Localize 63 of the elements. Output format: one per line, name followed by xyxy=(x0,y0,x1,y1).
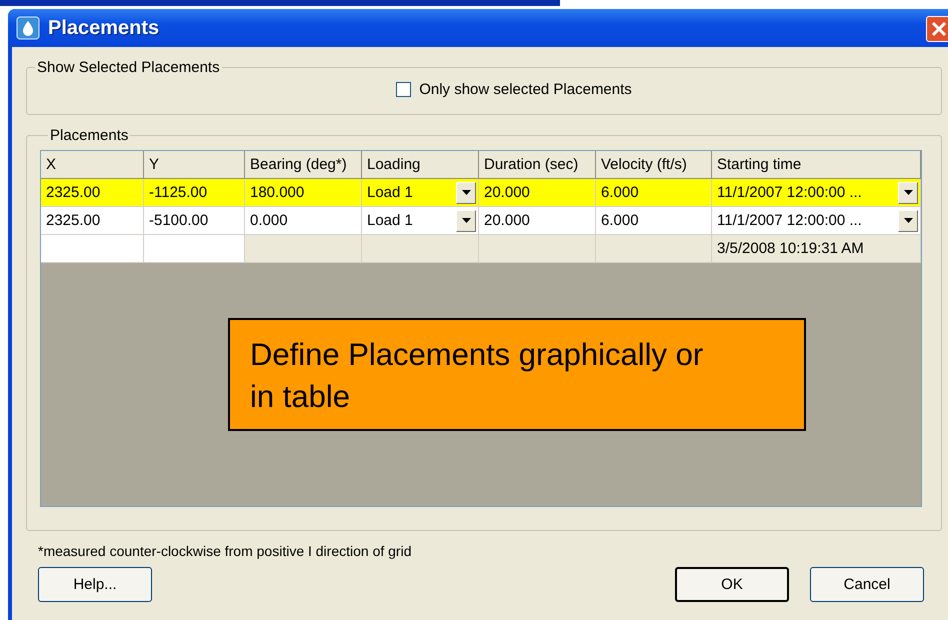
column-header[interactable]: Bearing (deg*) xyxy=(245,151,362,179)
table-cell[interactable]: 6.000 xyxy=(596,207,712,235)
table-cell[interactable]: 20.000 xyxy=(479,207,596,235)
column-header[interactable]: Y xyxy=(144,151,245,179)
table-cell[interactable]: 0.000 xyxy=(245,207,362,235)
cell-text: -5100.00 xyxy=(149,212,210,229)
dropdown-button[interactable] xyxy=(898,182,918,204)
table-cell[interactable]: 6.000 xyxy=(596,179,712,207)
column-header[interactable]: Duration (sec) xyxy=(479,151,596,179)
cell-text: 11/1/2007 12:00:00 ... xyxy=(717,184,863,201)
cell-text: 180.000 xyxy=(250,184,306,201)
table-cell[interactable] xyxy=(245,235,362,263)
table-cell[interactable]: 2325.00 xyxy=(41,207,144,235)
group-title: Placements xyxy=(49,127,130,144)
dropdown-button[interactable] xyxy=(456,210,476,232)
window-title: Placements xyxy=(48,16,160,40)
table-cell[interactable] xyxy=(144,235,245,263)
dropdown-button[interactable] xyxy=(456,182,476,204)
callout-note: Define Placements graphically or in table xyxy=(228,318,806,431)
table-cell[interactable]: 3/5/2008 10:19:31 AM xyxy=(712,235,921,263)
cell-text: Load 1 xyxy=(367,212,414,229)
column-header[interactable]: Velocity (ft/s) xyxy=(596,151,712,179)
cell-text: 3/5/2008 10:19:31 AM xyxy=(717,240,865,257)
table-cell[interactable] xyxy=(596,235,712,263)
table-cell[interactable]: Load 1 xyxy=(362,207,479,235)
table-cell[interactable]: 11/1/2007 12:00:00 ... xyxy=(712,207,921,235)
cell-text: 11/1/2007 12:00:00 ... xyxy=(717,212,863,229)
dialog-button[interactable]: OK xyxy=(675,567,789,602)
caret-icon xyxy=(904,190,912,195)
cell-text: Load 1 xyxy=(367,184,414,201)
table-cell[interactable]: 2325.00 xyxy=(41,179,144,207)
table-cell[interactable] xyxy=(362,235,479,263)
cell-text: 20.000 xyxy=(484,184,531,201)
dialog-button[interactable]: Cancel xyxy=(810,567,924,602)
cell-text: 2325.00 xyxy=(46,212,102,229)
table-cell[interactable] xyxy=(479,235,596,263)
table-cell[interactable] xyxy=(41,235,144,263)
column-header[interactable]: X xyxy=(41,151,144,179)
footnote: *measured counter-clockwise from positive I direction of grid xyxy=(38,543,412,559)
dropdown-button[interactable] xyxy=(898,210,918,232)
cell-text: 20.000 xyxy=(484,212,531,229)
table-cell[interactable]: -1125.00 xyxy=(144,179,245,207)
column-header[interactable]: Starting time xyxy=(712,151,921,179)
caret-icon xyxy=(904,218,912,223)
checkbox[interactable] xyxy=(396,82,412,96)
table-cell[interactable]: Load 1 xyxy=(362,179,479,207)
table-cell[interactable]: 180.000 xyxy=(245,179,362,207)
column-header[interactable]: Loading xyxy=(362,151,479,179)
table-cell[interactable]: -5100.00 xyxy=(144,207,245,235)
caret-icon xyxy=(462,218,470,223)
cell-text: 6.000 xyxy=(601,212,640,229)
cell-text: 0.000 xyxy=(250,212,289,229)
cell-text: 2325.00 xyxy=(46,184,102,201)
group-title: Show Selected Placements xyxy=(36,59,221,76)
checkbox-label: Only show selected Placements xyxy=(419,80,632,98)
table-cell[interactable]: 11/1/2007 12:00:00 ... xyxy=(712,179,921,207)
app-icon xyxy=(16,16,40,40)
close-icon[interactable] xyxy=(926,16,948,42)
cell-text: 6.000 xyxy=(601,184,640,201)
cell-text: -1125.00 xyxy=(149,184,208,201)
dialog-button[interactable]: Help... xyxy=(38,567,152,602)
caret-icon xyxy=(462,190,470,195)
table-cell[interactable]: 20.000 xyxy=(479,179,596,207)
